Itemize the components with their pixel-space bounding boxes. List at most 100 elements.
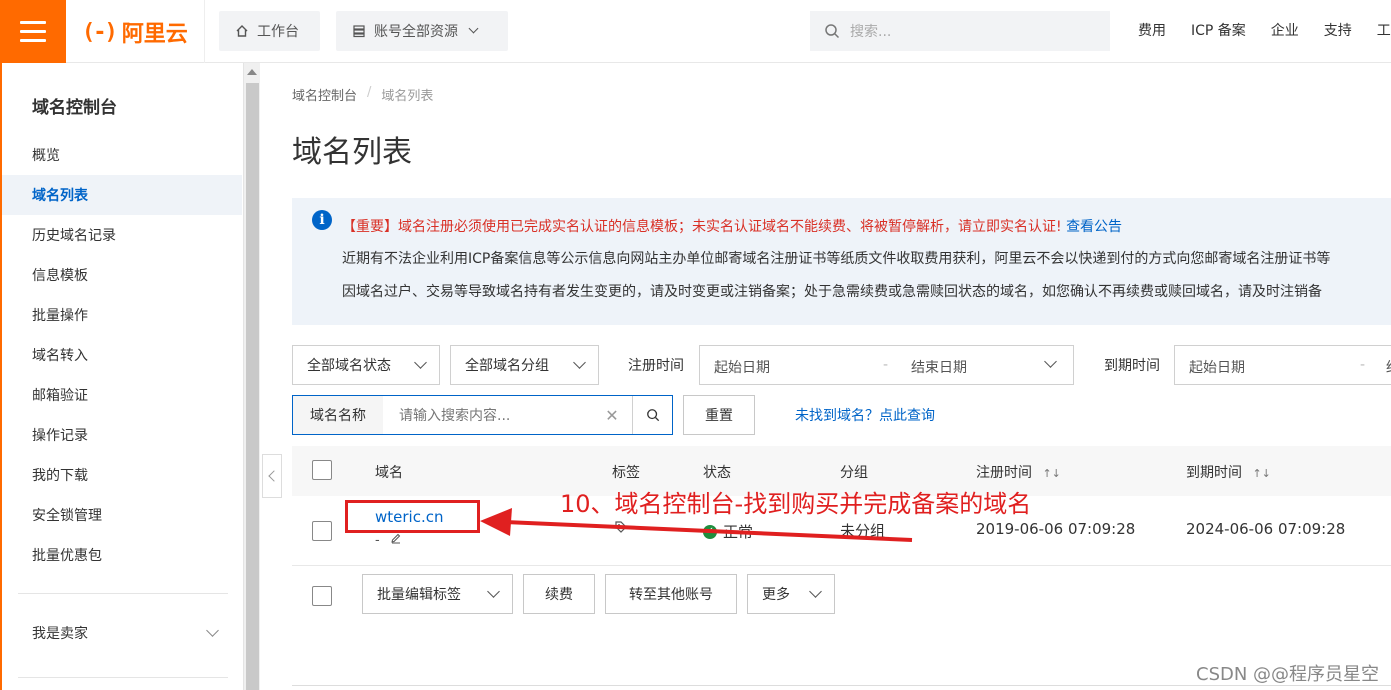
- top-links: 费用 ICP 备案 企业 支持 工: [1138, 20, 1391, 40]
- resources-label: 账号全部资源: [374, 24, 458, 40]
- exp-start-date[interactable]: 起始日期: [1189, 357, 1245, 377]
- renew-button[interactable]: 续费: [523, 574, 595, 614]
- range-separator: -: [1360, 357, 1366, 373]
- domain-search-input[interactable]: 域名名称 请输入搜索内容... ✕: [292, 395, 673, 435]
- collapse-sidebar-button[interactable]: [262, 454, 282, 498]
- col-exp-time[interactable]: 到期时间 ↑↓: [1186, 462, 1271, 482]
- top-bar: (-) 阿里云 工作台 账号全部资源 搜索... 费用 ICP 备案 企业 支持…: [0, 0, 1391, 63]
- sidebar-item-domain-list[interactable]: 域名列表: [2, 175, 242, 215]
- notice-line-2: 近期有不法企业利用ICP备案信息等公示信息向网站主办单位邮寄域名注册证书等纸质文…: [342, 251, 1331, 267]
- chevron-down-icon: [573, 356, 586, 369]
- search-icon: [825, 24, 840, 39]
- transfer-button[interactable]: 转至其他账号: [605, 574, 737, 614]
- notice-link[interactable]: 查看公告: [1066, 219, 1122, 235]
- chevron-down-icon: [809, 585, 822, 598]
- sidebar: 域名控制台 概览 域名列表 历史域名记录 信息模板 批量操作 域名转入 邮箱验证…: [0, 63, 243, 690]
- status-filter[interactable]: 全部域名状态: [292, 345, 440, 385]
- link-enterprise[interactable]: 企业: [1271, 20, 1299, 40]
- edit-icon[interactable]: [390, 532, 402, 544]
- page-title: 域名列表: [292, 135, 412, 170]
- batch-select-checkbox[interactable]: [312, 586, 332, 606]
- menu-icon[interactable]: [0, 0, 66, 63]
- group-filter-label: 全部域名分组: [465, 358, 549, 374]
- batch-edit-tags-button[interactable]: 批量编辑标签: [362, 574, 513, 614]
- sidebar-item-templates[interactable]: 信息模板: [2, 255, 242, 295]
- annotation-text: 10、域名控制台-找到购买并完成备案的域名: [560, 490, 1032, 518]
- not-found-link[interactable]: 未找到域名？点此查询: [795, 405, 935, 425]
- more-button[interactable]: 更多: [747, 574, 835, 614]
- chevron-down-icon: [468, 23, 479, 34]
- scroll-thumb[interactable]: [246, 83, 259, 690]
- col-reg-time-label: 注册时间: [976, 465, 1032, 481]
- search-prefix: 域名名称: [293, 396, 383, 434]
- reset-button[interactable]: 重置: [683, 395, 755, 435]
- domain-remark: -: [375, 533, 380, 548]
- link-more[interactable]: 工: [1377, 20, 1391, 40]
- sidebar-item-seller[interactable]: 我是卖家: [32, 623, 219, 643]
- group-filter[interactable]: 全部域名分组: [450, 345, 599, 385]
- sort-icon[interactable]: ↑↓: [1042, 467, 1060, 480]
- close-icon[interactable]: ✕: [592, 406, 632, 425]
- sidebar-item-history[interactable]: 历史域名记录: [2, 215, 242, 255]
- divider: [204, 0, 205, 63]
- workbench-button[interactable]: 工作台: [219, 11, 320, 51]
- status-badge: ✓ 正常: [703, 521, 753, 542]
- link-fees[interactable]: 费用: [1138, 20, 1166, 40]
- aliyun-logo[interactable]: (-) 阿里云: [82, 17, 188, 48]
- sort-icon[interactable]: ↑↓: [1252, 467, 1270, 480]
- logo-text: 阿里云: [121, 22, 188, 47]
- range-separator: -: [883, 357, 889, 373]
- batch-edit-tags-label: 批量编辑标签: [377, 587, 461, 603]
- sidebar-item-overview[interactable]: 概览: [2, 135, 242, 175]
- col-exp-time-label: 到期时间: [1186, 465, 1242, 481]
- search-placeholder[interactable]: 请输入搜索内容...: [383, 405, 592, 425]
- reg-time-label: 注册时间: [628, 358, 684, 374]
- sidebar-scrollbar[interactable]: [243, 63, 260, 690]
- col-reg-time[interactable]: 注册时间 ↑↓: [976, 462, 1061, 482]
- divider: [18, 677, 228, 678]
- sidebar-item-transfer-in[interactable]: 域名转入: [2, 335, 242, 375]
- check-icon: ✓: [703, 524, 717, 539]
- notice-banner: i 【重要】域名注册必须使用已完成实名认证的信息模板；未实名认证域名不能续费、将…: [292, 198, 1391, 325]
- sidebar-item-downloads[interactable]: 我的下载: [2, 455, 242, 495]
- search-icon: [646, 409, 659, 422]
- link-support[interactable]: 支持: [1324, 20, 1352, 40]
- col-domain: 域名: [375, 465, 403, 481]
- logo-bracket-icon: (-): [82, 19, 118, 45]
- status-text: 正常: [723, 523, 754, 541]
- more-label: 更多: [762, 587, 790, 603]
- tag-icon[interactable]: [614, 520, 628, 534]
- chevron-down-icon: [206, 624, 219, 637]
- sidebar-item-security-lock[interactable]: 安全锁管理: [2, 495, 242, 535]
- select-all-checkbox[interactable]: [312, 460, 332, 480]
- reg-date-range[interactable]: 起始日期 - 结束日期: [699, 345, 1074, 385]
- reg-end-date[interactable]: 结束日期: [911, 357, 967, 377]
- col-group: 分组: [840, 465, 868, 481]
- sidebar-item-batch[interactable]: 批量操作: [2, 295, 242, 335]
- link-icp[interactable]: ICP 备案: [1191, 20, 1246, 40]
- resources-dropdown[interactable]: 账号全部资源: [336, 11, 508, 51]
- chevron-down-icon: [487, 585, 500, 598]
- col-status: 状态: [703, 465, 731, 481]
- workbench-label: 工作台: [257, 24, 299, 40]
- chevron-down-icon: [1044, 355, 1057, 368]
- exp-end-date[interactable]: 结: [1386, 357, 1391, 377]
- scroll-up-icon[interactable]: [247, 69, 257, 75]
- reg-time-value: 2019-06-06 07:09:28: [976, 520, 1136, 538]
- search-button[interactable]: [632, 396, 672, 434]
- sidebar-item-operation-log[interactable]: 操作记录: [2, 415, 242, 455]
- breadcrumb-console[interactable]: 域名控制台: [292, 85, 357, 104]
- global-search-input[interactable]: 搜索...: [810, 11, 1110, 51]
- exp-time-label: 到期时间: [1104, 358, 1160, 374]
- row-checkbox[interactable]: [312, 521, 332, 541]
- breadcrumb: 域名控制台 / 域名列表: [292, 85, 433, 104]
- watermark: CSDN @@程序员星空: [1196, 664, 1380, 685]
- chevron-down-icon: [414, 356, 427, 369]
- sidebar-item-email-verify[interactable]: 邮箱验证: [2, 375, 242, 415]
- notice-important: 【重要】域名注册必须使用已完成实名认证的信息模板；未实名认证域名不能续费、将被暂…: [342, 219, 1062, 235]
- exp-date-range[interactable]: 起始日期 - 结: [1174, 345, 1391, 385]
- reg-start-date[interactable]: 起始日期: [714, 357, 770, 377]
- sidebar-item-discount[interactable]: 批量优惠包: [2, 535, 242, 575]
- seller-label: 我是卖家: [32, 626, 88, 642]
- notice-line-1: 【重要】域名注册必须使用已完成实名认证的信息模板；未实名认证域名不能续费、将被暂…: [342, 216, 1122, 236]
